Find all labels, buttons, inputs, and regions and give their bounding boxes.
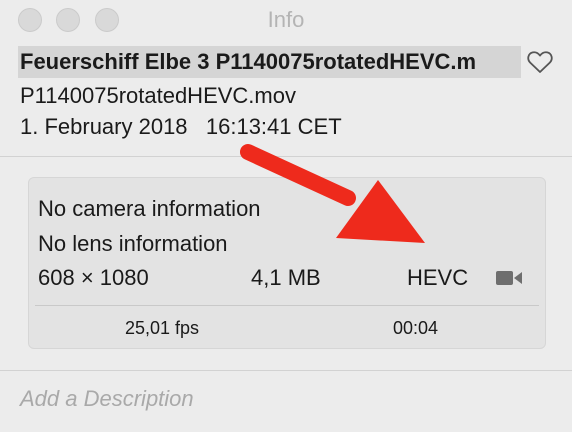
file-datetime: 1. February 2018 16:13:41 CET — [20, 114, 342, 139]
lens-info: No lens information — [38, 231, 228, 256]
description-divider — [0, 370, 572, 371]
frame-rate-value: 25,01 fps — [125, 318, 200, 338]
metadata-divider — [35, 305, 539, 306]
title-field[interactable]: Feuerschiff Elbe 3 P1140075rotatedHEVC.m — [18, 46, 521, 78]
title-bar: Info — [0, 0, 572, 40]
codec-value: HEVC — [407, 265, 469, 290]
dimensions-value: 608 × 1080 — [38, 265, 149, 290]
file-name: P1140075rotatedHEVC.mov — [20, 83, 296, 108]
camera-info: No camera information — [38, 196, 261, 221]
metadata-panel: No camera information No lens informatio… — [28, 177, 546, 349]
title-text: Feuerschiff Elbe 3 P1140075rotatedHEVC.m — [20, 49, 477, 74]
info-header: Feuerschiff Elbe 3 P1140075rotatedHEVC.m… — [0, 40, 572, 157]
video-camera-icon — [496, 271, 522, 285]
file-size-value: 4,1 MB — [251, 265, 321, 290]
description-field[interactable]: Add a Description — [20, 385, 194, 413]
heart-icon[interactable] — [527, 50, 553, 74]
header-divider — [0, 156, 572, 157]
duration-value: 00:04 — [393, 318, 439, 338]
window-title: Info — [267, 7, 305, 32]
